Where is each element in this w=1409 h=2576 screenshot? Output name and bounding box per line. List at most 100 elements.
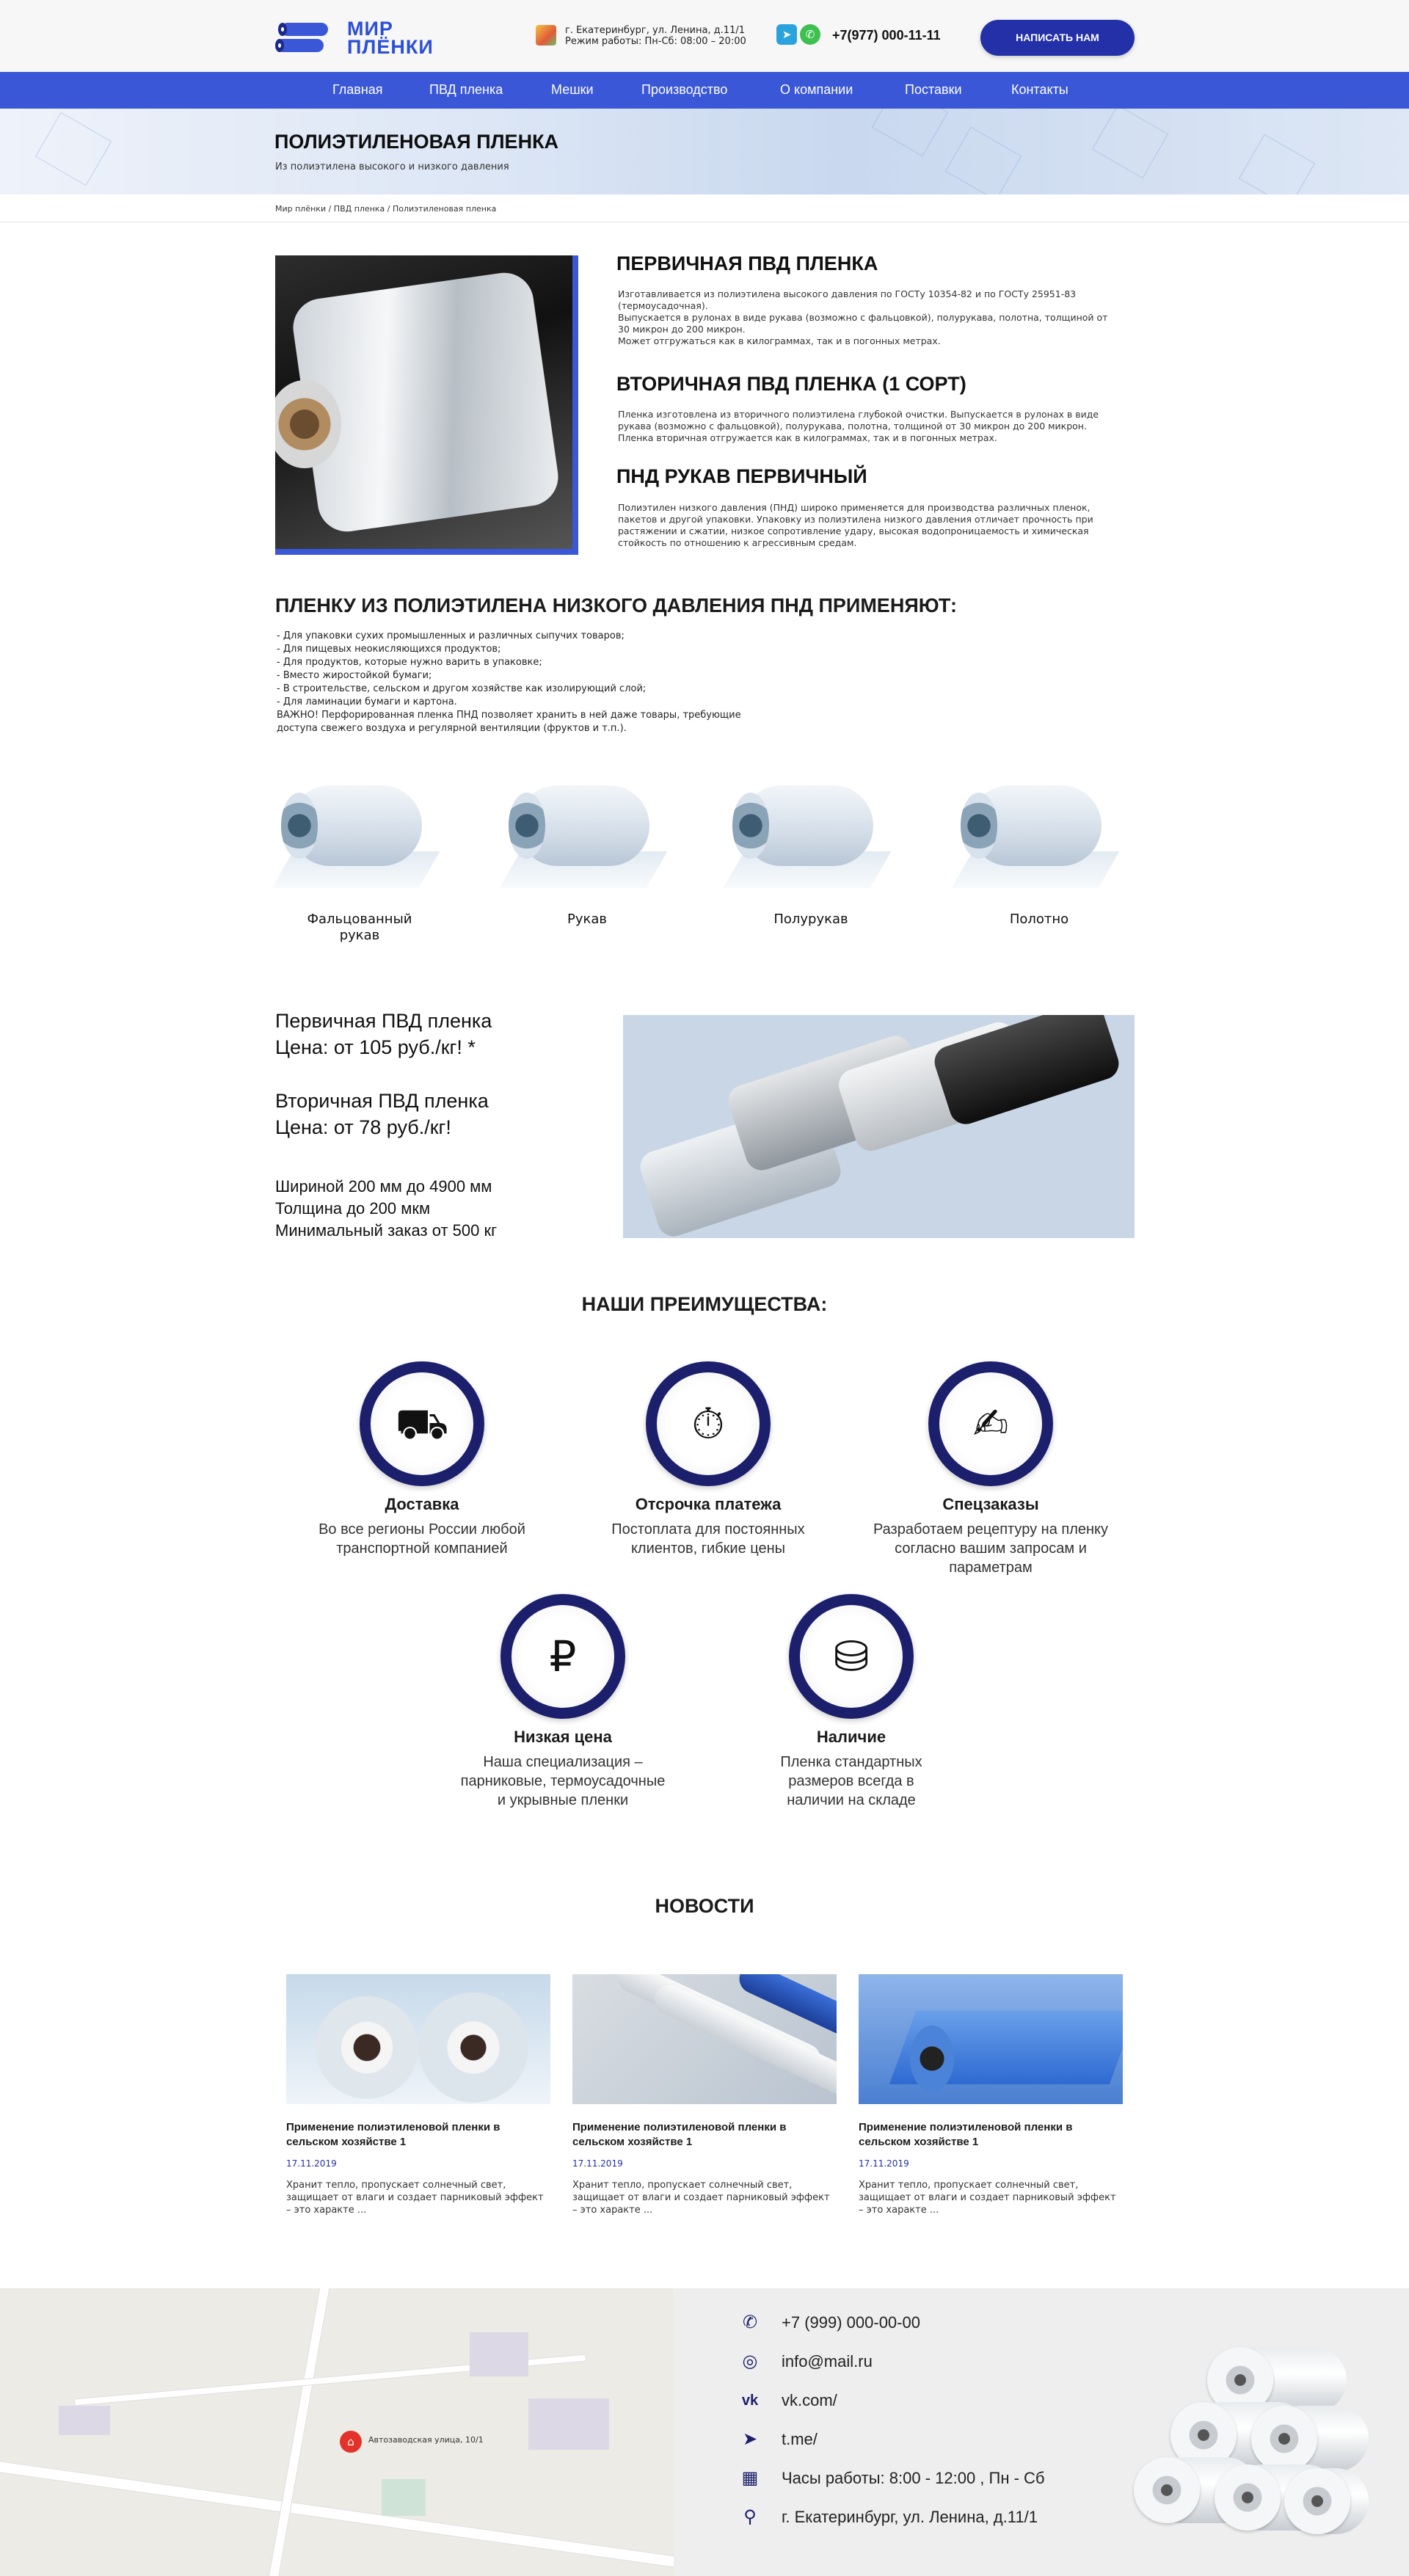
nav-item-bags[interactable]: Мешки bbox=[551, 82, 594, 98]
news-card[interactable]: Применение полиэтиленовой пленки в сельс… bbox=[286, 1974, 550, 2216]
rolls-icon: ⛁ bbox=[800, 1605, 903, 1708]
news-title-text[interactable]: Применение полиэтиленовой пленки в сельс… bbox=[859, 2120, 1123, 2150]
handshake-icon: ✍ bbox=[939, 1372, 1042, 1475]
usage-item: - Для пищевых неокисляющихся продуктов; bbox=[277, 644, 501, 655]
contact-hours: ▦ Часы работы: 8:00 - 12:00 , Пн - Сб bbox=[738, 2467, 1045, 2506]
variant-sheet[interactable]: Полотно bbox=[951, 771, 1127, 961]
whatsapp-icon: ✆ bbox=[742, 2313, 758, 2332]
film-rolls-photo bbox=[623, 1015, 1135, 1238]
messenger-icons: ➤ ✆ bbox=[776, 24, 820, 45]
contact-vk[interactable]: vk vk.com/ bbox=[738, 2390, 1045, 2428]
news-excerpt: Хранит тепло, пропускает солнечный свет,… bbox=[859, 2180, 1116, 2216]
advantage-circle: ₽ bbox=[500, 1594, 625, 1719]
variant-folded-sleeve[interactable]: Фальцованный рукав bbox=[272, 771, 448, 961]
advantage-circle: ⏱ bbox=[646, 1361, 771, 1486]
location-icon: ⚲ bbox=[743, 2507, 757, 2527]
section-text-secondary: Пленка изготовлена из вторичного полиэти… bbox=[618, 409, 1099, 443]
news-image bbox=[859, 1974, 1123, 2104]
primary-film-name: Первичная ПВД пленка bbox=[275, 1010, 492, 1032]
nav-item-delivery[interactable]: Поставки bbox=[905, 82, 962, 98]
roll-end bbox=[1215, 2464, 1281, 2530]
contact-text: vk.com/ bbox=[782, 2391, 837, 2409]
spec-min-order: Минимальный заказ от 500 кг bbox=[275, 1221, 498, 1240]
contact-text: t.me/ bbox=[782, 2430, 818, 2448]
news-card[interactable]: Применение полиэтиленовой пленки в сельс… bbox=[859, 1974, 1123, 2216]
primary-film-price: Цена: от 105 руб./кг! * bbox=[275, 1036, 476, 1058]
instagram-icon: ◎ bbox=[742, 2351, 758, 2371]
advantage-name: Низкая цена bbox=[514, 1728, 612, 1746]
news-date: 17.11.2019 bbox=[286, 2158, 337, 2169]
usage-item: - Вместо жиростойкой бумаги; bbox=[277, 670, 432, 681]
variant-image bbox=[951, 771, 1124, 903]
variant-label: Полурукав bbox=[773, 912, 848, 927]
product-image bbox=[275, 255, 578, 555]
banner-decor bbox=[871, 109, 949, 157]
advantage-desc: Постоплата для постоянных клиентов, гибк… bbox=[611, 1521, 805, 1557]
banner-decor bbox=[944, 126, 1022, 194]
map-building bbox=[528, 2398, 609, 2450]
section-title-pnd: ПНД РУКАВ ПЕРВИЧНЫЙ bbox=[616, 465, 867, 487]
site-logo[interactable]: МИР ПЛЁНКИ bbox=[275, 18, 438, 59]
map-road bbox=[265, 2288, 332, 2576]
news-title-text[interactable]: Применение полиэтиленовой пленки в сельс… bbox=[286, 2120, 550, 2150]
banner-decor bbox=[1091, 109, 1169, 179]
news-excerpt: Хранит тепло, пропускает солнечный свет,… bbox=[572, 2180, 830, 2216]
vk-icon: vk bbox=[741, 2393, 759, 2409]
advantage-circle: ✍ bbox=[928, 1361, 1053, 1486]
spec-width: Шириной 200 мм до 4900 мм bbox=[275, 1177, 492, 1196]
variant-image bbox=[272, 771, 444, 903]
advantage-desc: Пленка стандартных размеров всегда в нал… bbox=[780, 1754, 922, 1808]
logo-line-2: ПЛЁНКИ bbox=[347, 36, 434, 58]
section-text-primary: Изготавливается из полиэтилена высокого … bbox=[618, 288, 1108, 346]
secondary-film-price: Цена: от 78 руб./кг! bbox=[275, 1116, 451, 1138]
contact-text: info@mail.ru bbox=[782, 2352, 873, 2371]
map-building bbox=[470, 2332, 528, 2376]
banner-decor bbox=[34, 112, 112, 186]
usage-item: - Для ламинации бумаги и картона. bbox=[277, 696, 457, 707]
section-text-pnd: Полиэтилен низкого давления (ПНД) широко… bbox=[618, 502, 1093, 548]
advantage-low-price: ₽ Низкая цена Наша специализация – парни… bbox=[442, 1594, 684, 1810]
news-card[interactable]: Применение полиэтиленовой пленки в сельс… bbox=[572, 1974, 837, 2216]
breadcrumb[interactable]: Мир плёнки / ПВД пленка / Полиэтиленовая… bbox=[275, 204, 496, 214]
contact-phone[interactable]: ✆ +7 (999) 000-00-00 bbox=[738, 2312, 1045, 2351]
variant-sleeve[interactable]: Рукав bbox=[499, 771, 675, 961]
spec-thickness: Толщина до 200 мкм bbox=[275, 1199, 431, 1218]
header-phone[interactable]: +7(977) 000-11-11 bbox=[832, 28, 941, 43]
black-roll bbox=[930, 1015, 1124, 1129]
contact-email[interactable]: ◎ info@mail.ru bbox=[738, 2351, 1045, 2390]
news-date: 17.11.2019 bbox=[572, 2158, 623, 2169]
variant-label: Рукав bbox=[567, 912, 608, 927]
nav-item-production[interactable]: Производство bbox=[641, 82, 727, 98]
map-park bbox=[382, 2479, 426, 2516]
nav-item-home[interactable]: Главная bbox=[332, 82, 383, 98]
page-subtitle: Из полиэтилена высокого и низкого давлен… bbox=[275, 161, 509, 172]
map-marker-label: Автозаводская улица, 10/1 bbox=[368, 2435, 484, 2445]
variant-image bbox=[723, 771, 895, 903]
advantage-deferred-payment: ⏱ Отсрочка платежа Постоплата для постоя… bbox=[587, 1361, 829, 1558]
header-address-block: г. Екатеринбург, ул. Ленина, д.11/1 Режи… bbox=[536, 25, 746, 47]
advantage-special-orders: ✍ Спецзаказы Разработаем рецептуру на пл… bbox=[870, 1361, 1112, 1577]
nav-item-about[interactable]: О компании bbox=[780, 82, 853, 98]
usage-title: ПЛЕНКУ ИЗ ПОЛИЭТИЛЕНА НИЗКОГО ДАВЛЕНИЯ П… bbox=[275, 594, 958, 616]
news-title-text[interactable]: Применение полиэтиленовой пленки в сельс… bbox=[572, 2120, 837, 2150]
footer-contacts: ✆ +7 (999) 000-00-00 ◎ info@mail.ru vk vk.c… bbox=[738, 2312, 1045, 2545]
telegram-icon[interactable]: ➤ bbox=[776, 24, 797, 45]
map-building bbox=[59, 2406, 110, 2435]
logo-rolls-icon bbox=[275, 23, 328, 52]
usage-item: - Для продуктов, которые нужно варить в … bbox=[277, 657, 542, 668]
write-us-button[interactable]: НАПИСАТЬ НАМ bbox=[980, 20, 1135, 56]
contact-telegram[interactable]: ➤ t.me/ bbox=[738, 2428, 1045, 2467]
section-title-secondary: ВТОРИЧНАЯ ПВД ПЛЕНКА (1 СОРТ) bbox=[616, 373, 966, 395]
variant-half-sleeve[interactable]: Полурукав bbox=[723, 771, 899, 961]
news-date: 17.11.2019 bbox=[859, 2158, 909, 2169]
advantage-delivery: ⛟ Доставка Во все регионы России любой т… bbox=[301, 1361, 543, 1558]
nav-item-pvd[interactable]: ПВД пленка bbox=[429, 82, 503, 98]
price-icon: ₽ bbox=[511, 1605, 614, 1708]
nav-item-contacts[interactable]: Контакты bbox=[1011, 82, 1068, 98]
news-image bbox=[286, 1974, 550, 2104]
map-marker-icon[interactable]: ⌂ bbox=[340, 2431, 362, 2453]
variant-image bbox=[499, 771, 671, 903]
location-map[interactable]: ⌂ Автозаводская улица, 10/1 bbox=[0, 2288, 674, 2576]
whatsapp-icon[interactable]: ✆ bbox=[800, 24, 820, 45]
telegram-icon: ➤ bbox=[742, 2429, 758, 2449]
